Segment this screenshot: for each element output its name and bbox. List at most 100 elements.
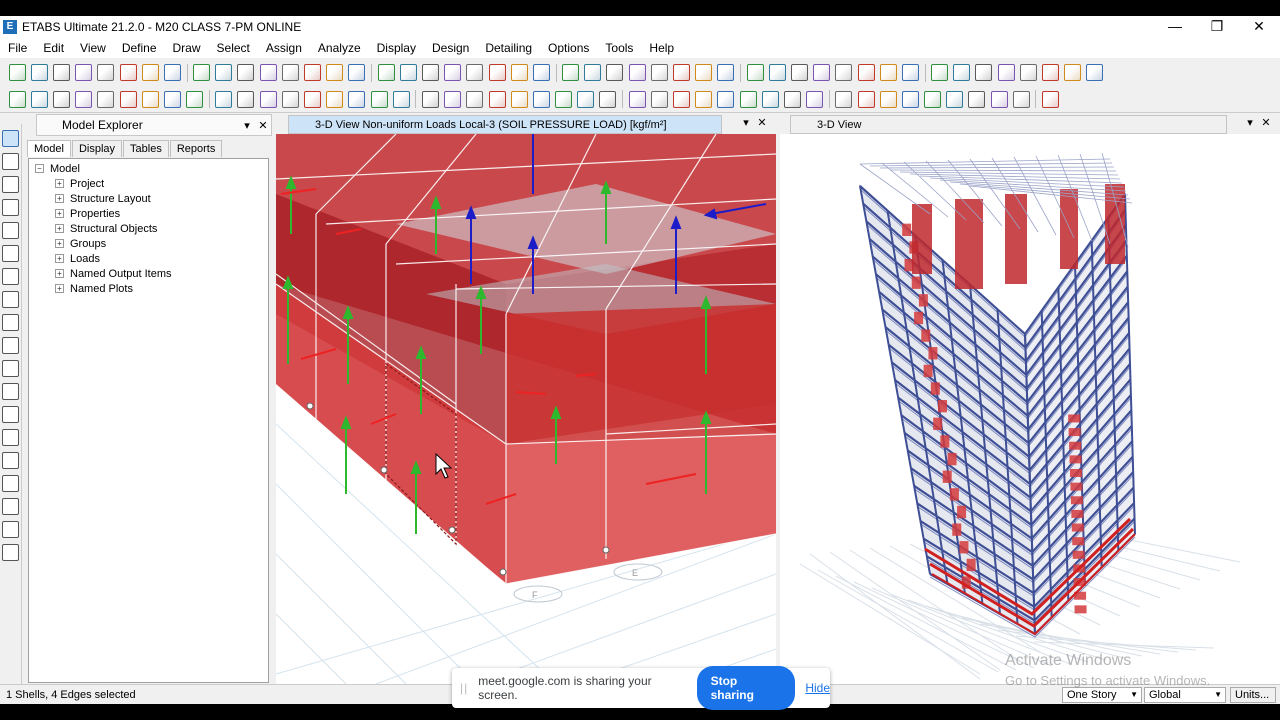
toolbar-tool-icon[interactable] (1012, 90, 1030, 108)
panel-close-icon[interactable]: ✕ (255, 119, 271, 132)
toolbar-tool-icon[interactable] (421, 90, 439, 108)
view1-title-tab[interactable]: 3-D View Non-uniform Loads Local-3 (SOIL… (288, 114, 722, 134)
3d-view-icon[interactable] (281, 90, 299, 108)
toolbar-tool-icon[interactable] (975, 64, 993, 81)
toolbar-tool-icon[interactable] (835, 90, 853, 108)
toolbar-tool-icon[interactable] (717, 64, 735, 81)
drag-handle-icon[interactable]: || (460, 681, 468, 695)
toolbar-tool-icon[interactable] (444, 64, 462, 81)
tree-node-properties[interactable]: + Properties (29, 206, 268, 221)
stop-sharing-button[interactable]: Stop sharing (696, 666, 796, 710)
toolbar-tool-icon[interactable] (739, 90, 757, 108)
toolbar-tool-icon[interactable] (577, 90, 595, 108)
toolbar-tool-icon[interactable] (946, 90, 964, 108)
save-icon[interactable] (52, 64, 70, 81)
run-icon[interactable] (163, 64, 181, 81)
toolbar-tool-icon[interactable] (532, 90, 550, 108)
expand-icon[interactable]: + (55, 284, 64, 293)
draw-tool-icon[interactable] (2, 383, 19, 400)
panel-dropdown-icon[interactable]: ▾ (239, 119, 255, 132)
units-button[interactable]: Units... (1230, 687, 1276, 703)
pan-icon[interactable] (259, 90, 277, 108)
toolbar-tool-icon[interactable] (968, 90, 986, 108)
toolbar-tool-icon[interactable] (953, 64, 971, 81)
toolbar-tool-icon[interactable] (466, 90, 484, 108)
draw-tool-icon[interactable] (2, 268, 19, 285)
toolbar-tool-icon[interactable] (562, 64, 580, 81)
toolbar-tool-icon[interactable] (488, 90, 506, 108)
toolbar-tool-icon[interactable] (717, 90, 735, 108)
plan-view-icon[interactable] (304, 90, 322, 108)
draw-tool-icon[interactable] (2, 429, 19, 446)
toolbar-tool-icon[interactable] (1064, 64, 1082, 81)
rotate-icon[interactable] (348, 90, 366, 108)
zoom-window-icon[interactable] (186, 90, 204, 108)
3d-view-icon[interactable] (281, 64, 299, 81)
toolbar-tool-icon[interactable] (997, 64, 1015, 81)
toolbar-tool-icon[interactable] (901, 64, 919, 81)
tab-display[interactable]: Display (71, 140, 123, 157)
menu-design[interactable]: Design (424, 41, 477, 55)
undo-icon[interactable] (75, 90, 93, 108)
draw-tool-icon[interactable] (2, 360, 19, 377)
hide-banner-link[interactable]: Hide (805, 681, 830, 695)
toolbar-tool-icon[interactable] (1042, 90, 1060, 108)
new-model-icon[interactable] (8, 90, 26, 108)
toolbar-tool-icon[interactable] (650, 64, 668, 81)
run-icon[interactable] (163, 90, 181, 108)
story-select[interactable]: One Story ▼ (1062, 687, 1142, 703)
menu-select[interactable]: Select (209, 41, 258, 55)
plan-view-icon[interactable] (304, 64, 322, 81)
draw-tool-icon[interactable] (2, 452, 19, 469)
draw-tool-icon[interactable] (2, 153, 19, 170)
expand-icon[interactable]: + (55, 209, 64, 218)
redo-icon[interactable] (97, 64, 115, 81)
menu-assign[interactable]: Assign (258, 41, 310, 55)
expand-icon[interactable]: + (55, 254, 64, 263)
view1-canvas[interactable]: F E (276, 134, 776, 684)
coordinate-system-select[interactable]: Global ▼ (1144, 687, 1226, 703)
toolbar-tool-icon[interactable] (392, 90, 410, 108)
draw-tool-icon[interactable] (2, 521, 19, 538)
menu-define[interactable]: Define (114, 41, 165, 55)
toolbar-tool-icon[interactable] (673, 64, 691, 81)
expand-icon[interactable]: + (55, 269, 64, 278)
expand-icon[interactable]: + (55, 179, 64, 188)
tab-model[interactable]: Model (27, 140, 71, 157)
view2-canvas[interactable] (780, 134, 1280, 684)
toolbar-tool-icon[interactable] (510, 90, 528, 108)
view2-close-icon[interactable]: ✕ (1258, 116, 1274, 129)
toolbar-tool-icon[interactable] (931, 64, 949, 81)
lock-icon[interactable] (141, 64, 159, 81)
toolbar-tool-icon[interactable] (606, 64, 624, 81)
toolbar-tool-icon[interactable] (806, 90, 824, 108)
pencil-icon[interactable] (119, 90, 137, 108)
toolbar-tool-icon[interactable] (857, 64, 875, 81)
toolbar-tool-icon[interactable] (1086, 64, 1104, 81)
toolbar-tool-icon[interactable] (879, 64, 897, 81)
toolbar-tool-icon[interactable] (377, 64, 395, 81)
expand-icon[interactable]: + (55, 224, 64, 233)
draw-tool-icon[interactable] (2, 498, 19, 515)
elevation-view-icon[interactable] (326, 90, 344, 108)
expand-icon[interactable]: + (55, 239, 64, 248)
toolbar-tool-icon[interactable] (695, 90, 713, 108)
tree-node-named-plots[interactable]: + Named Plots (29, 281, 268, 296)
toolbar-tool-icon[interactable] (783, 90, 801, 108)
view1-close-icon[interactable]: ✕ (754, 116, 770, 129)
toolbar-tool-icon[interactable] (990, 90, 1008, 108)
draw-tool-icon[interactable] (2, 199, 19, 216)
toolbar-tool-icon[interactable] (628, 90, 646, 108)
redo-icon[interactable] (97, 90, 115, 108)
toolbar-tool-icon[interactable] (924, 90, 942, 108)
zoom-in-icon[interactable] (215, 90, 233, 108)
toolbar-tool-icon[interactable] (1042, 64, 1060, 81)
rotate-icon[interactable] (348, 64, 366, 81)
draw-tool-icon[interactable] (2, 176, 19, 193)
tree-node-project[interactable]: + Project (29, 176, 268, 191)
building-model-drawing[interactable] (780, 134, 1280, 684)
menu-draw[interactable]: Draw (165, 41, 209, 55)
menu-help[interactable]: Help (641, 41, 682, 55)
toolbar-tool-icon[interactable] (650, 90, 668, 108)
zoom-out-icon[interactable] (237, 64, 255, 81)
